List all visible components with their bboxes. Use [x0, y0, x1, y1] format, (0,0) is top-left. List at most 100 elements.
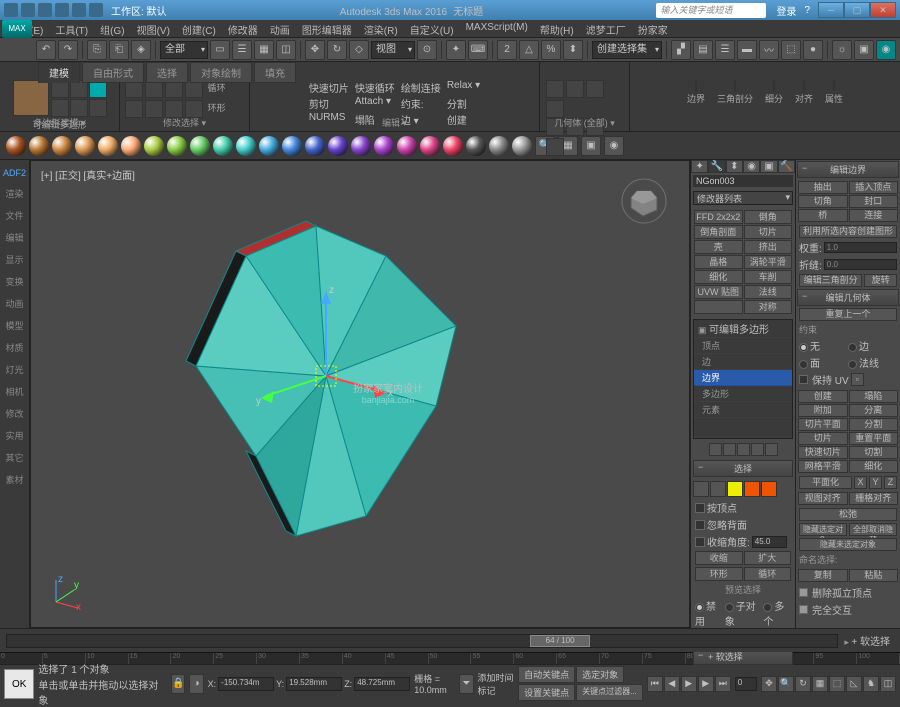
window-crossing-button[interactable]: ◫	[276, 40, 296, 60]
goto-start-button[interactable]: ⏮	[647, 676, 663, 692]
connect-button[interactable]: 连接	[849, 209, 899, 222]
modifier-shortcut-button[interactable]	[694, 300, 743, 314]
prop-panel-button[interactable]	[833, 79, 835, 92]
select-name-button[interactable]: ☰	[232, 40, 252, 60]
qat-btn[interactable]	[38, 3, 52, 17]
goto-end-button[interactable]: ⏭	[715, 676, 731, 692]
isolate-button[interactable]: ◑	[189, 674, 203, 694]
orbit-button[interactable]: ↻	[795, 676, 811, 692]
min-max-button[interactable]: ◫	[880, 676, 896, 692]
byvertex-check[interactable]	[695, 503, 705, 513]
msmooth-button[interactable]: 网格平滑	[798, 460, 848, 473]
detach-button[interactable]: 分离	[849, 404, 899, 417]
modsel-btn[interactable]	[125, 100, 143, 118]
render-button[interactable]: ◉	[876, 40, 896, 60]
gridalign-button[interactable]: 栅格对齐	[849, 492, 899, 505]
app-logo[interactable]: MAX	[2, 20, 32, 38]
menu-item[interactable]: 扮家家	[632, 20, 674, 37]
modifier-list-combo[interactable]: 修改器列表	[693, 191, 793, 205]
material-swatch[interactable]	[420, 136, 440, 156]
search-box[interactable]: 输入关键字或短语	[656, 3, 766, 18]
menu-item[interactable]: MAXScript(M)	[460, 20, 534, 37]
fov-button[interactable]: ◺	[846, 676, 862, 692]
time-slider[interactable]: 64 / 100	[6, 634, 838, 648]
curve-editor-button[interactable]: 〰	[759, 40, 779, 60]
cut-button[interactable]: 切割	[849, 446, 899, 459]
slice-button[interactable]: 切片	[798, 432, 848, 445]
ribbon-tab-populate[interactable]: 填充	[254, 62, 296, 83]
material-swatch[interactable]	[167, 136, 187, 156]
link-button[interactable]: ⎘	[87, 40, 107, 60]
so-border-icon[interactable]	[727, 481, 743, 497]
select-filter-combo[interactable]: 全部	[160, 41, 208, 59]
menu-item[interactable]: 视图(V)	[131, 20, 176, 37]
edit-border-header[interactable]: 编辑边界	[797, 161, 899, 178]
modifier-shortcut-button[interactable]: UVW 贴图	[694, 285, 743, 299]
pan-button[interactable]: ✥	[761, 676, 777, 692]
menu-item[interactable]: 滤梦工厂	[580, 20, 632, 37]
makeplanar-button[interactable]: 平面化	[799, 476, 852, 489]
unlink-button[interactable]: ⎗	[109, 40, 129, 60]
create-button[interactable]: 创建	[798, 390, 848, 403]
maximize-button[interactable]: ▢	[844, 2, 870, 18]
ignoreback-check[interactable]	[695, 520, 705, 530]
modifier-shortcut-button[interactable]: FFD 2x2x2	[694, 210, 743, 224]
modifier-shortcut-button[interactable]: 涡轮平滑	[744, 255, 793, 269]
sidebar-item[interactable]: 渲染	[0, 183, 29, 204]
planar-z-button[interactable]: Z	[884, 476, 897, 489]
attach-button[interactable]: 附加	[798, 404, 848, 417]
sidebar-item[interactable]: 其它	[0, 447, 29, 468]
select-button[interactable]: ▭	[210, 40, 230, 60]
geo-btn[interactable]	[546, 80, 564, 98]
close-button[interactable]: ✕	[870, 2, 896, 18]
undo-button[interactable]: ↶	[36, 40, 56, 60]
scale-button[interactable]: ◇	[349, 40, 369, 60]
material-swatch[interactable]	[190, 136, 210, 156]
material-swatch[interactable]	[443, 136, 463, 156]
material-swatch[interactable]	[305, 136, 325, 156]
viewalign-button[interactable]: 视图对齐	[798, 492, 848, 505]
current-frame-field[interactable]: 0	[735, 677, 757, 691]
planar-y-button[interactable]: Y	[869, 476, 882, 489]
login-link[interactable]: 登录	[776, 3, 796, 18]
qat-btn[interactable]	[89, 3, 103, 17]
rib-cmd[interactable]: 剪切	[309, 96, 349, 111]
stack-so[interactable]: 顶点	[694, 338, 792, 354]
display-tab[interactable]: ▣	[760, 160, 777, 173]
unhideall-button[interactable]: 全部取消隐藏	[849, 523, 897, 536]
repeat-button[interactable]: 重复上一个	[799, 308, 897, 321]
remove-mod-button[interactable]	[751, 443, 764, 456]
constraint-norm-radio[interactable]	[848, 360, 857, 369]
modifier-shortcut-button[interactable]: 对称	[744, 300, 793, 314]
setkey-button[interactable]: 设置关键点	[518, 684, 575, 701]
menu-item[interactable]: 组(G)	[94, 20, 130, 37]
material-swatch[interactable]	[489, 136, 509, 156]
geo-btn[interactable]	[566, 80, 584, 98]
weight-spinner[interactable]: 1.0	[824, 242, 897, 253]
sidebar-item[interactable]: 变换	[0, 271, 29, 292]
cap-button[interactable]: 封口	[849, 195, 899, 208]
prev-frame-button[interactable]: ◀	[664, 676, 680, 692]
edittri-button[interactable]: 编辑三角剖分	[799, 274, 862, 287]
geo-btn[interactable]	[586, 80, 604, 98]
modifier-shortcut-button[interactable]: 晶格	[694, 255, 743, 269]
material-swatch[interactable]	[282, 136, 302, 156]
angle-spinner[interactable]: 45.0	[752, 536, 787, 548]
hidesel-button[interactable]: 隐藏选定对象	[799, 523, 847, 536]
modifier-shortcut-button[interactable]: 倒角剖面	[694, 225, 743, 239]
modifier-shortcut-button[interactable]: 细化	[694, 270, 743, 284]
modifier-shortcut-button[interactable]: 壳	[694, 240, 743, 254]
stack-so[interactable]: 元素	[694, 402, 792, 418]
material-swatch[interactable]	[29, 136, 49, 156]
constraint-none-radio[interactable]	[799, 343, 808, 352]
viewcube[interactable]	[619, 176, 669, 226]
rib-cmd[interactable]: 快速循环	[355, 80, 395, 95]
material-swatch[interactable]	[466, 136, 486, 156]
fullint-check[interactable]	[799, 605, 808, 614]
remiso-check[interactable]	[799, 588, 808, 597]
make-unique-button[interactable]	[737, 443, 750, 456]
menu-item[interactable]: 创建(C)	[176, 20, 222, 37]
toggle-ribbon-button[interactable]: ▬	[737, 40, 757, 60]
subdiv-panel-button[interactable]	[773, 79, 775, 92]
modifier-shortcut-button[interactable]: 挤出	[744, 240, 793, 254]
